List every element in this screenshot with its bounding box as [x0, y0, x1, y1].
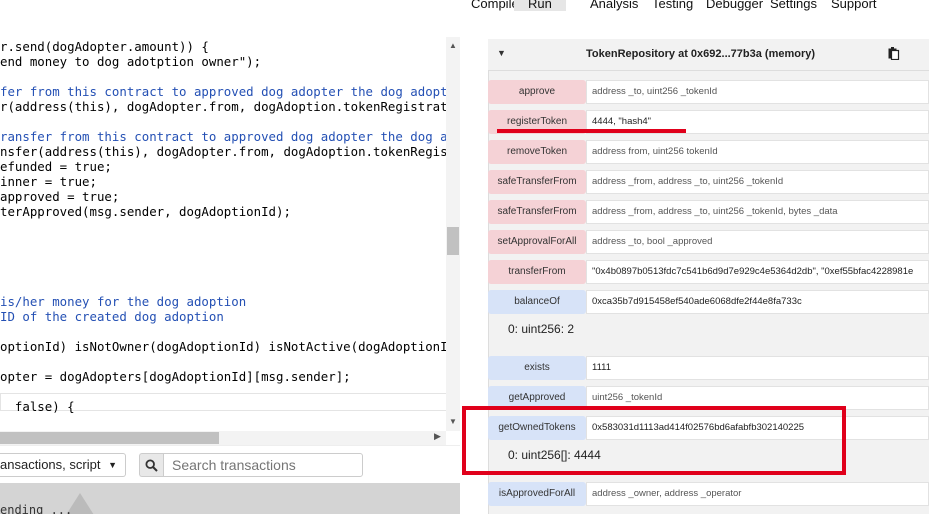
chevron-down-icon: ▼ [108, 460, 117, 470]
function-button-safetransferfrom[interactable]: safeTransferFrom [488, 170, 586, 194]
pending-status: ending ... [0, 503, 73, 514]
instance-title: TokenRepository at 0x692...77b3a (memory… [586, 48, 816, 60]
code-editor[interactable]: r.send(dogAdopter.amount)) {end money to… [0, 37, 460, 431]
code-line[interactable]: optionId) isNotOwner(dogAdoptionId) isNo… [0, 339, 460, 354]
terminal-output: ending ... [0, 483, 460, 514]
code-line[interactable]: efunded = true; [0, 159, 112, 174]
function-button-removetoken[interactable]: removeToken [488, 140, 586, 164]
function-button-isapprovedforall[interactable]: isApprovedForAll [488, 482, 586, 506]
code-line[interactable]: fer from this contract to approved dog a… [0, 84, 460, 99]
function-args-input[interactable]: address _to, bool _approved [586, 230, 929, 254]
tab-support[interactable]: Support [831, 0, 877, 11]
code-line[interactable]: nsfer(address(this), dogAdopter.from, do… [0, 144, 460, 159]
function-button-balanceof[interactable]: balanceOf [488, 290, 586, 314]
transaction-filter-dropdown[interactable]: ansactions, script ▼ [0, 453, 126, 477]
annotation-highlight-box [462, 406, 846, 475]
function-args-input[interactable]: address _from, address _to, uint256 _tok… [586, 200, 929, 224]
code-line[interactable]: approved = true; [0, 189, 119, 204]
editor-horizontal-scrollbar[interactable]: ▶ [0, 431, 446, 445]
scroll-down-icon[interactable]: ▼ [449, 417, 457, 426]
filter-label: ansactions, script [0, 457, 101, 472]
code-line[interactable]: end money to dog adotption owner"); [0, 54, 261, 69]
function-args-input[interactable]: address _owner, address _operator [586, 482, 929, 506]
function-args-input[interactable]: address _from, address _to, uint256 _tok… [586, 170, 929, 194]
function-button-exists[interactable]: exists [488, 356, 586, 380]
function-button-setapprovalforall[interactable]: setApprovalForAll [488, 230, 586, 254]
function-result: 0: uint256: 2 [508, 322, 575, 336]
code-line[interactable]: is/her money for the dog adoption [0, 294, 246, 309]
function-button-approve[interactable]: approve [488, 80, 586, 104]
code-line[interactable]: ransfer from this contract to approved d… [0, 129, 460, 144]
function-args-input[interactable]: 0xca35b7d915458ef540ade6068dfe2f44e8fa73… [586, 290, 929, 314]
code-line[interactable]: inner = true; [0, 174, 97, 189]
editor-vertical-scrollbar[interactable]: ▲ ▼ [446, 37, 460, 431]
scroll-up-icon[interactable]: ▲ [449, 41, 457, 50]
function-args-input[interactable]: 1111 [586, 356, 929, 380]
code-line[interactable]: r(address(this), dogAdopter.from, dogAdo… [0, 99, 460, 114]
code-line[interactable]: opter = dogAdopters[dogAdoptionId][msg.s… [0, 369, 351, 384]
tab-testing[interactable]: Testing [652, 0, 693, 11]
tab-settings[interactable]: Settings [770, 0, 817, 11]
function-button-safetransferfrom[interactable]: safeTransferFrom [488, 200, 586, 224]
function-args-input[interactable]: address from, uint256 tokenId [586, 140, 929, 164]
scrollbar-thumb[interactable] [447, 227, 459, 255]
tab-compile[interactable]: Compile [471, 0, 519, 11]
code-line[interactable]: ID of the created dog adoption [0, 309, 224, 324]
annotation-underline [497, 129, 686, 133]
scrollbar-thumb[interactable] [0, 432, 219, 444]
code-line[interactable]: false) { [0, 399, 75, 414]
function-button-transferfrom[interactable]: transferFrom [488, 260, 586, 284]
tab-debugger[interactable]: Debugger [706, 0, 763, 11]
scroll-right-icon[interactable]: ▶ [434, 431, 441, 442]
tab-run[interactable]: Run [514, 0, 566, 11]
search-button[interactable] [139, 453, 163, 477]
search-transactions-input[interactable] [163, 453, 363, 477]
terminal-toolbar: ansactions, script ▼ [0, 445, 460, 483]
function-args-input[interactable]: address _to, uint256 _tokenId [586, 80, 929, 104]
plugin-tabs: Compile Run Analysis Testing Debugger Setting… [460, 0, 929, 14]
tab-analysis[interactable]: Analysis [590, 0, 638, 11]
function-args-input[interactable]: "0x4b0897b0513fdc7c541b6d9d7e929c4e5364d… [586, 260, 929, 284]
code-line[interactable]: terApproved(msg.sender, dogAdoptionId); [0, 204, 291, 219]
clipboard-icon[interactable] [888, 47, 900, 60]
code-line[interactable]: r.send(dogAdopter.amount)) { [0, 39, 209, 54]
collapse-caret-icon[interactable]: ▼ [497, 48, 506, 58]
search-icon [145, 459, 158, 472]
